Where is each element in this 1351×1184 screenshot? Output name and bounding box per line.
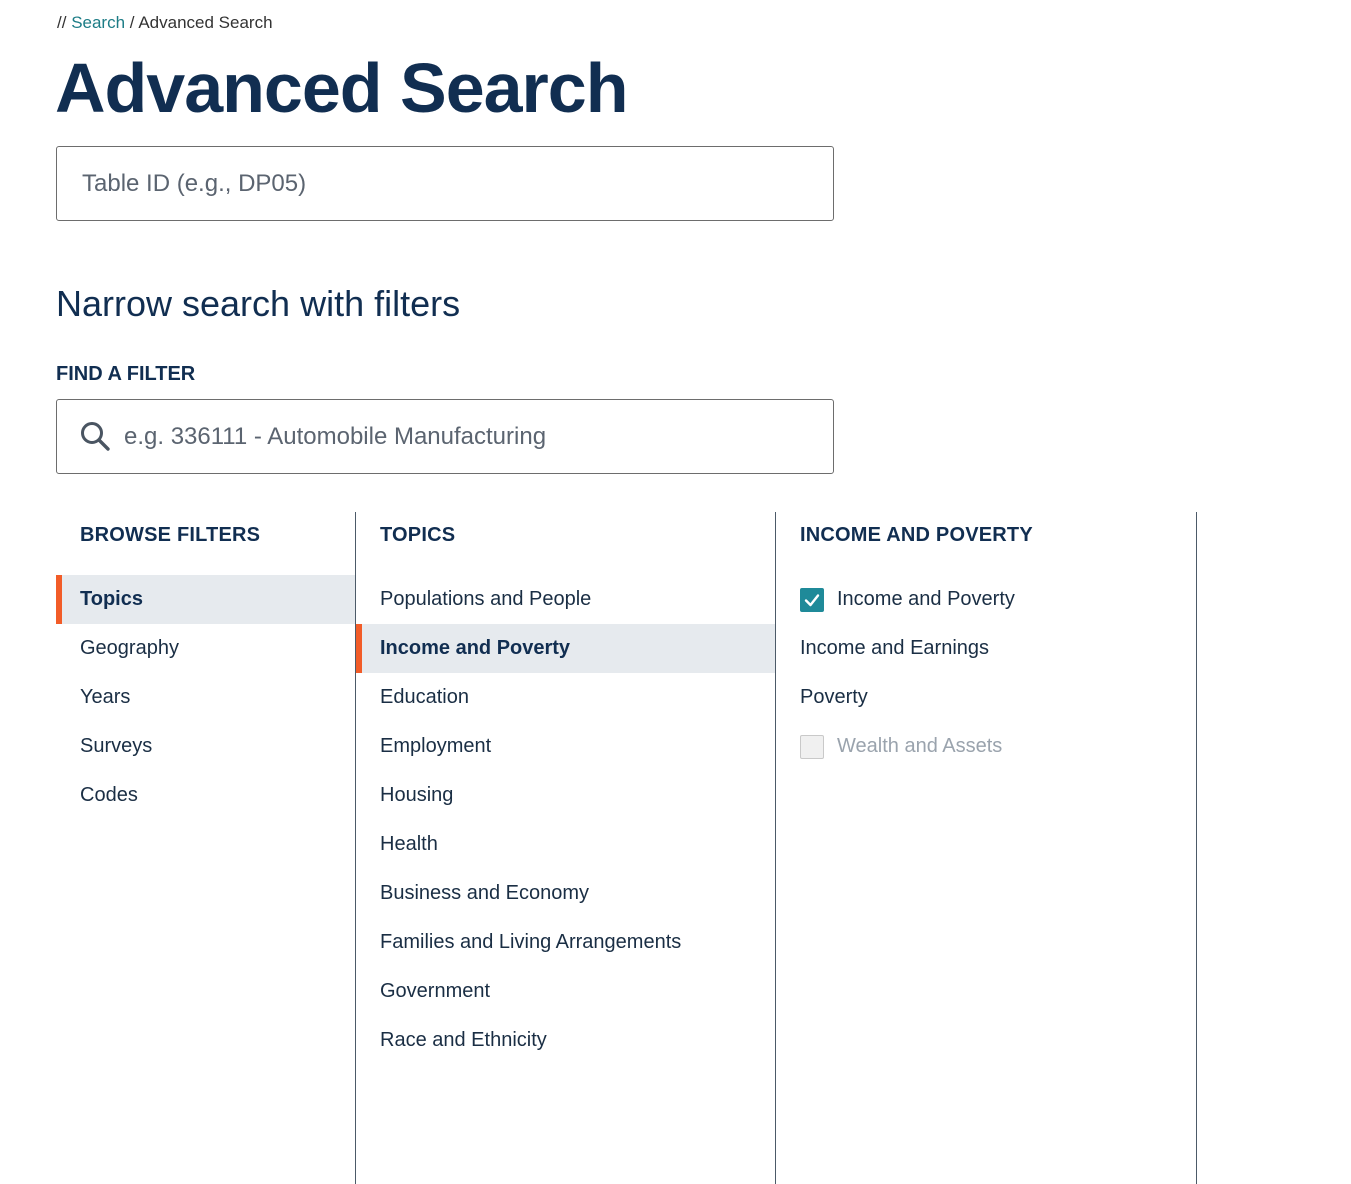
browse-filters-column: BROWSE FILTERS Topics Geography Years Su… <box>56 512 355 1184</box>
browse-item-years[interactable]: Years <box>56 673 355 722</box>
income-poverty-column: INCOME AND POVERTY Income and Poverty In… <box>775 512 1197 1184</box>
topic-item-housing[interactable]: Housing <box>356 771 776 820</box>
checkbox-checked-icon[interactable] <box>800 587 824 612</box>
subtopic-label: Poverty <box>800 686 868 708</box>
table-id-input[interactable] <box>57 147 833 220</box>
checkbox-disabled-icon <box>800 734 824 759</box>
subtopic-label: Wealth and Assets <box>837 735 1003 757</box>
subtopic-label: Income and Poverty <box>837 588 1015 610</box>
topics-heading: TOPICS <box>380 524 456 546</box>
search-icon <box>81 422 110 451</box>
topic-item-health[interactable]: Health <box>356 820 776 869</box>
subtopic-wealth-assets: Wealth and Assets <box>776 722 1196 771</box>
browse-item-codes[interactable]: Codes <box>56 771 355 820</box>
browse-filters-heading: BROWSE FILTERS <box>80 524 261 546</box>
narrow-search-title: Narrow search with filters <box>56 283 461 324</box>
subtopic-income-earnings[interactable]: Income and Earnings <box>776 624 1196 673</box>
topic-item-race-ethnicity[interactable]: Race and Ethnicity <box>356 1016 776 1065</box>
filter-search-input[interactable] <box>57 400 833 473</box>
subtopic-income-poverty[interactable]: Income and Poverty <box>776 575 1196 624</box>
browse-item-surveys[interactable]: Surveys <box>56 722 355 771</box>
browse-item-topics[interactable]: Topics <box>56 575 355 624</box>
find-filter-label: FIND A FILTER <box>56 363 196 385</box>
topic-item-families[interactable]: Families and Living Arrangements <box>356 918 776 967</box>
subtopic-poverty[interactable]: Poverty <box>776 673 1196 722</box>
table-id-field[interactable] <box>56 146 834 221</box>
breadcrumb-prefix: // <box>57 13 67 32</box>
breadcrumb-current: Advanced Search <box>138 13 273 32</box>
topic-item-government[interactable]: Government <box>356 967 776 1016</box>
topic-item-education[interactable]: Education <box>356 673 776 722</box>
topics-column: TOPICS Populations and People Income and… <box>355 512 776 1184</box>
breadcrumb-link-search[interactable]: Search <box>71 13 125 32</box>
browse-item-geography[interactable]: Geography <box>56 624 355 673</box>
income-poverty-heading: INCOME AND POVERTY <box>800 524 1033 546</box>
breadcrumb: // Search / Advanced Search <box>57 13 273 33</box>
subtopic-label: Income and Earnings <box>800 637 990 659</box>
topic-item-income-poverty[interactable]: Income and Poverty <box>356 624 776 673</box>
breadcrumb-separator: / <box>129 13 135 32</box>
topic-item-business-economy[interactable]: Business and Economy <box>356 869 776 918</box>
topic-item-employment[interactable]: Employment <box>356 722 776 771</box>
page-title: Advanced Search <box>55 49 628 127</box>
topic-item-populations[interactable]: Populations and People <box>356 575 776 624</box>
filter-search-field[interactable] <box>56 399 834 474</box>
